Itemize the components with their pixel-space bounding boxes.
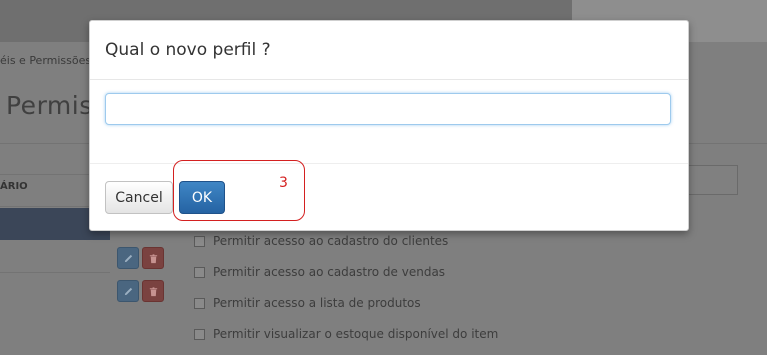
- column-header: ÁRIO: [0, 181, 28, 192]
- permission-label: Permitir acesso ao cadastro do clientes: [213, 234, 449, 248]
- edit-button[interactable]: [117, 280, 139, 302]
- permission-checkbox[interactable]: [194, 328, 205, 340]
- pencil-icon: [124, 287, 132, 295]
- permission-checkbox[interactable]: [194, 297, 205, 309]
- permission-item[interactable]: Permitir visualizar o estoque disponível…: [194, 326, 498, 342]
- permission-item[interactable]: Permitir acesso ao cadastro do clientes: [194, 233, 448, 249]
- trash-icon: [149, 286, 157, 296]
- trash-icon: [149, 253, 157, 263]
- breadcrumb[interactable]: éis e Permissões: [0, 54, 91, 67]
- permission-item[interactable]: Permitir acesso a lista de produtos: [194, 295, 421, 311]
- permission-label: Permitir acesso ao cadastro de vendas: [213, 265, 446, 279]
- permission-label: Permitir visualizar o estoque disponível…: [213, 327, 499, 341]
- profile-name-input[interactable]: [105, 93, 671, 125]
- permission-label: Permitir acesso a lista de produtos: [213, 296, 421, 310]
- divider: [90, 79, 688, 80]
- cancel-button[interactable]: Cancel: [105, 181, 173, 214]
- annotation-step-number: 3: [279, 175, 288, 191]
- edit-button[interactable]: [117, 247, 139, 269]
- delete-button[interactable]: [142, 247, 164, 269]
- pencil-icon: [124, 254, 132, 262]
- dialog-title: Qual o novo perfil ?: [105, 40, 271, 60]
- permission-checkbox[interactable]: [194, 266, 205, 278]
- divider: [0, 272, 110, 273]
- permission-checkbox[interactable]: [194, 235, 205, 247]
- permission-item[interactable]: Permitir acesso ao cadastro de vendas: [194, 264, 445, 280]
- delete-button[interactable]: [142, 280, 164, 302]
